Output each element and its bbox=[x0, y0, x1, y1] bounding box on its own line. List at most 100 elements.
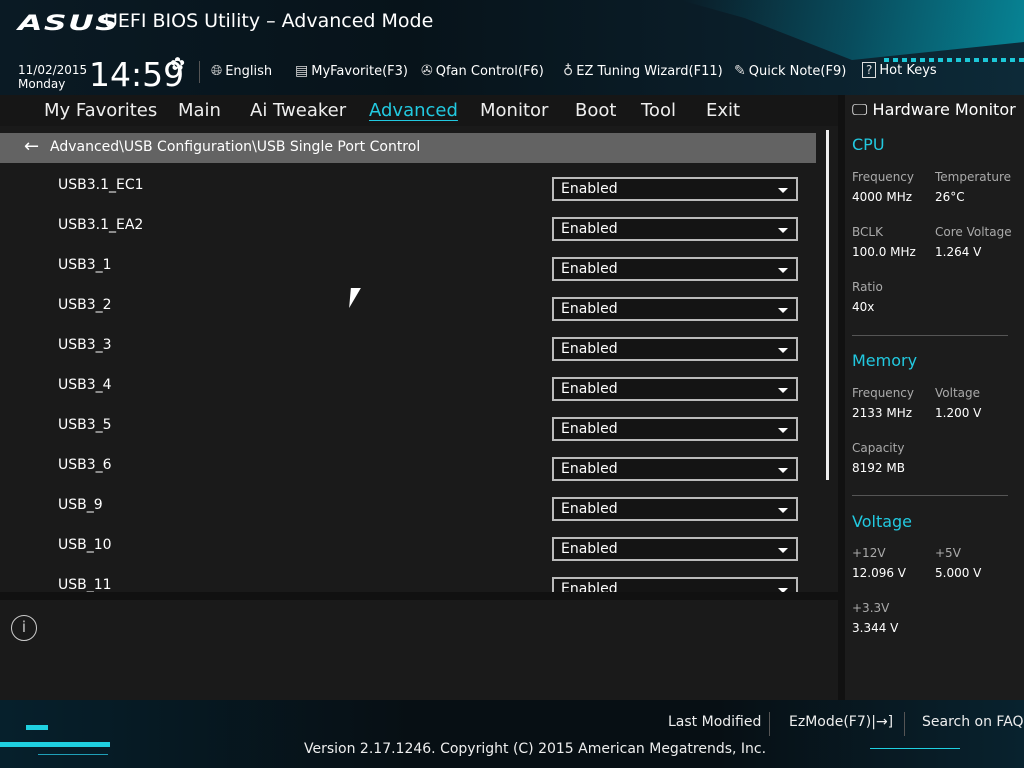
tab-boot[interactable]: Boot bbox=[575, 100, 616, 121]
footer-decoration bbox=[26, 725, 48, 730]
divider bbox=[852, 335, 1008, 336]
v5-value: 5.000 V bbox=[935, 566, 982, 580]
hardware-monitor-label: Hardware Monitor bbox=[872, 100, 1016, 119]
tab-advanced[interactable]: Advanced bbox=[369, 100, 458, 121]
ezmode-button[interactable]: EzMode(F7)|→] bbox=[789, 714, 893, 730]
setting-row: USB3_5 Enabled bbox=[0, 417, 816, 457]
hardware-monitor-title: 🖵︎ Hardware Monitor bbox=[852, 100, 1016, 120]
qfan-label: Qfan Control(F6) bbox=[435, 64, 544, 79]
myfavorite-label: MyFavorite(F3) bbox=[311, 64, 408, 79]
help-info-panel: i bbox=[0, 600, 838, 700]
core-voltage-label: Core Voltage bbox=[935, 225, 1012, 239]
v33-value: 3.344 V bbox=[852, 621, 899, 635]
breadcrumb: ← Advanced\USB Configuration\USB Single … bbox=[0, 133, 816, 163]
search-faq-button[interactable]: Search on FAQ bbox=[922, 714, 1024, 730]
chevron-down-icon bbox=[778, 548, 788, 553]
tab-exit[interactable]: Exit bbox=[706, 100, 740, 121]
setting-dropdown[interactable]: Enabled bbox=[552, 497, 798, 521]
voltage-section-title: Voltage bbox=[852, 512, 913, 531]
chevron-down-icon bbox=[778, 228, 788, 233]
header: ASUS UEFI BIOS Utility – Advanced Mode 1… bbox=[0, 0, 1024, 95]
weekday: Monday bbox=[18, 77, 66, 91]
settings-panel: ← Advanced\USB Configuration\USB Single … bbox=[0, 126, 838, 592]
setting-dropdown[interactable]: Enabled bbox=[552, 337, 798, 361]
header-decoration bbox=[680, 0, 1024, 60]
chevron-down-icon bbox=[778, 348, 788, 353]
setting-dropdown[interactable]: Enabled bbox=[552, 377, 798, 401]
memory-frequency-label: Frequency bbox=[852, 386, 914, 400]
v33-label: +3.3V bbox=[852, 601, 890, 615]
back-arrow-icon[interactable]: ← bbox=[24, 136, 39, 157]
gear-icon[interactable]: ✿ bbox=[170, 54, 185, 75]
setting-dropdown[interactable]: Enabled bbox=[552, 177, 798, 201]
setting-label: USB3_2 bbox=[58, 297, 112, 313]
ez-tuning-label: EZ Tuning Wizard(F11) bbox=[576, 64, 723, 79]
ez-tuning-wizard-button[interactable]: ♁ EZ Tuning Wizard(F11) bbox=[563, 63, 723, 79]
dropdown-value: Enabled bbox=[561, 261, 618, 277]
setting-dropdown[interactable]: Enabled bbox=[552, 457, 798, 481]
setting-dropdown[interactable]: Enabled bbox=[552, 537, 798, 561]
setting-row: USB3_2 Enabled bbox=[0, 297, 816, 337]
v12-label: +12V bbox=[852, 546, 886, 560]
cpu-frequency-label: Frequency bbox=[852, 170, 914, 184]
cpu-temperature-label: Temperature bbox=[935, 170, 1012, 184]
cpu-section-title: CPU bbox=[852, 135, 885, 154]
quick-note-button[interactable]: ✎ Quick Note(F9) bbox=[734, 63, 846, 79]
monitor-icon: 🖵︎ bbox=[852, 100, 868, 119]
setting-dropdown[interactable]: Enabled bbox=[552, 257, 798, 281]
setting-dropdown[interactable]: Enabled bbox=[552, 577, 798, 592]
language-button[interactable]: 🌐︎ English bbox=[211, 63, 272, 79]
tab-monitor[interactable]: Monitor bbox=[480, 100, 548, 121]
setting-label: USB_11 bbox=[58, 577, 112, 592]
date-display: 11/02/2015 Monday bbox=[18, 63, 87, 91]
setting-row: USB_10 Enabled bbox=[0, 537, 816, 577]
memory-frequency-value: 2133 MHz bbox=[852, 406, 913, 420]
dropdown-value: Enabled bbox=[561, 221, 618, 237]
tab-ai-tweaker[interactable]: Ai Tweaker bbox=[250, 100, 346, 121]
quick-note-label: Quick Note(F9) bbox=[748, 64, 847, 79]
tab-my-favorites[interactable]: My Favorites bbox=[44, 100, 157, 121]
language-label: English bbox=[225, 64, 273, 79]
bclk-value: 100.0 MHz bbox=[852, 245, 916, 259]
setting-dropdown[interactable]: Enabled bbox=[552, 217, 798, 241]
setting-dropdown[interactable]: Enabled bbox=[552, 417, 798, 441]
cpu-frequency-value: 4000 MHz bbox=[852, 190, 913, 204]
scrollbar[interactable] bbox=[826, 130, 829, 480]
memory-voltage-label: Voltage bbox=[935, 386, 981, 400]
v12-value: 12.096 V bbox=[852, 566, 907, 580]
memory-section-title: Memory bbox=[852, 351, 918, 370]
setting-dropdown[interactable]: Enabled bbox=[552, 297, 798, 321]
tab-main[interactable]: Main bbox=[178, 100, 221, 121]
chevron-down-icon bbox=[778, 268, 788, 273]
lightbulb-icon: ♁ bbox=[563, 63, 574, 79]
dropdown-value: Enabled bbox=[561, 381, 618, 397]
hot-keys-label: Hot Keys bbox=[879, 63, 937, 78]
dropdown-value: Enabled bbox=[561, 341, 618, 357]
chevron-down-icon bbox=[778, 508, 788, 513]
fan-icon: ✇ bbox=[421, 63, 433, 79]
setting-label: USB3.1_EA2 bbox=[58, 217, 144, 233]
setting-label: USB3.1_EC1 bbox=[58, 177, 144, 193]
last-modified-button[interactable]: Last Modified bbox=[668, 714, 761, 730]
chevron-down-icon bbox=[778, 428, 788, 433]
setting-row: USB3_3 Enabled bbox=[0, 337, 816, 377]
setting-row: USB_11 Enabled bbox=[0, 577, 816, 592]
qfan-control-button[interactable]: ✇ Qfan Control(F6) bbox=[421, 63, 544, 79]
setting-row: USB3_4 Enabled bbox=[0, 377, 816, 417]
setting-row: USB3_1 Enabled bbox=[0, 257, 816, 297]
setting-label: USB3_4 bbox=[58, 377, 112, 393]
help-icon: ? bbox=[862, 62, 877, 78]
tab-tool[interactable]: Tool bbox=[641, 100, 676, 121]
setting-label: USB3_5 bbox=[58, 417, 112, 433]
dropdown-value: Enabled bbox=[561, 421, 618, 437]
version-text: Version 2.17.1246. Copyright (C) 2015 Am… bbox=[304, 741, 767, 757]
app-title: UEFI BIOS Utility – Advanced Mode bbox=[104, 10, 434, 32]
hot-keys-button[interactable]: ? Hot Keys bbox=[862, 62, 937, 78]
setting-label: USB_10 bbox=[58, 537, 112, 553]
date: 11/02/2015 bbox=[18, 63, 88, 77]
bclk-label: BCLK bbox=[852, 225, 883, 239]
core-voltage-value: 1.264 V bbox=[935, 245, 982, 259]
footer-decoration bbox=[0, 742, 110, 747]
myfavorite-button[interactable]: ▤ MyFavorite(F3) bbox=[295, 63, 408, 79]
footer-decoration bbox=[870, 748, 960, 749]
